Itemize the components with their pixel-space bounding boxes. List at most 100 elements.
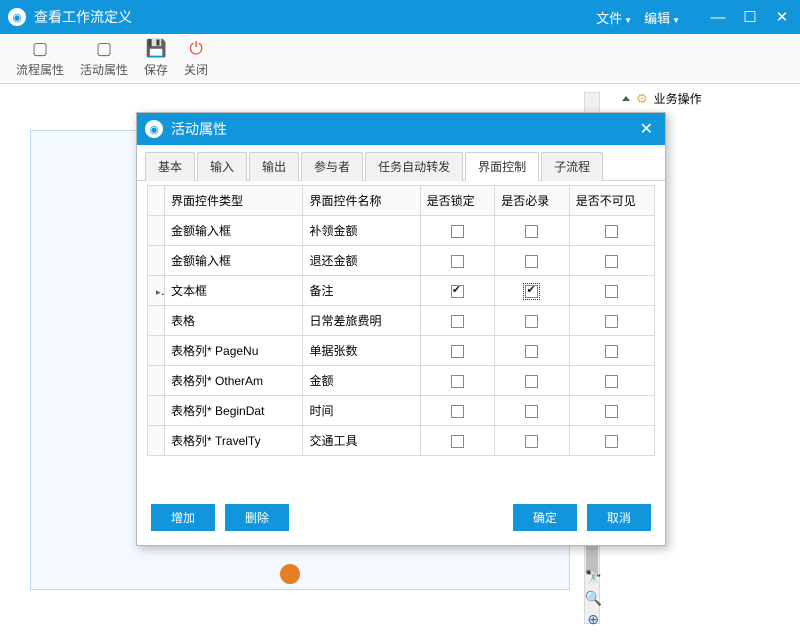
cell-checkbox[interactable] (569, 396, 654, 426)
checkbox[interactable] (605, 225, 618, 238)
tab-participants[interactable]: 参与者 (301, 152, 363, 181)
col-locked[interactable]: 是否锁定 (420, 186, 495, 216)
table-row[interactable]: 表格日常差旅费明 (148, 306, 655, 336)
checkbox[interactable] (605, 285, 618, 298)
table-row[interactable]: 表格列* TravelTy交通工具 (148, 426, 655, 456)
tab-ui-control[interactable]: 界面控制 (465, 152, 539, 181)
cell-checkbox[interactable] (569, 216, 654, 246)
cell-control-type[interactable]: 文本框 (165, 276, 303, 306)
cell-checkbox[interactable] (420, 366, 495, 396)
cell-checkbox[interactable] (420, 336, 495, 366)
toolbar-activity-properties[interactable]: ▢ 活动属性 (72, 36, 136, 81)
cell-control-name[interactable]: 金额 (303, 366, 420, 396)
checkbox[interactable] (605, 375, 618, 388)
menu-edit[interactable]: 编辑▼ (638, 8, 686, 27)
delete-button[interactable]: 删除 (225, 504, 289, 531)
cell-control-name[interactable]: 退还金额 (303, 246, 420, 276)
cell-control-name[interactable]: 单据张数 (303, 336, 420, 366)
cell-checkbox[interactable] (495, 276, 570, 306)
tab-basic[interactable]: 基本 (145, 152, 195, 181)
cell-control-name[interactable]: 备注 (303, 276, 420, 306)
checkbox[interactable] (525, 435, 538, 448)
cell-checkbox[interactable] (495, 216, 570, 246)
cell-control-type[interactable]: 表格 (165, 306, 303, 336)
checkbox[interactable] (605, 345, 618, 358)
checkbox[interactable] (525, 255, 538, 268)
checkbox[interactable] (525, 315, 538, 328)
add-button[interactable]: 增加 (151, 504, 215, 531)
checkbox[interactable] (451, 225, 464, 238)
cell-checkbox[interactable] (420, 396, 495, 426)
cancel-button[interactable]: 取消 (587, 504, 651, 531)
cell-checkbox[interactable] (495, 246, 570, 276)
cell-checkbox[interactable] (569, 366, 654, 396)
toolbar-process-properties[interactable]: ▢ 流程属性 (8, 36, 72, 81)
cell-control-name[interactable]: 交通工具 (303, 426, 420, 456)
cell-checkbox[interactable] (420, 426, 495, 456)
cell-control-type[interactable]: 表格列* TravelTy (165, 426, 303, 456)
workflow-end-node[interactable] (280, 564, 300, 584)
checkbox[interactable] (451, 285, 464, 298)
checkbox[interactable] (605, 315, 618, 328)
collapse-up-icon[interactable] (622, 96, 630, 101)
table-row[interactable]: 文本框备注 (148, 276, 655, 306)
checkbox[interactable] (525, 225, 538, 238)
cell-control-type[interactable]: 表格列* BeginDat (165, 396, 303, 426)
tab-subprocess[interactable]: 子流程 (541, 152, 603, 181)
table-row[interactable]: 金额输入框退还金额 (148, 246, 655, 276)
cell-control-name[interactable]: 补领金额 (303, 216, 420, 246)
cell-checkbox[interactable] (420, 276, 495, 306)
cell-checkbox[interactable] (420, 306, 495, 336)
cell-checkbox[interactable] (495, 396, 570, 426)
dialog-close-button[interactable]: ✕ (636, 119, 657, 139)
checkbox[interactable] (451, 255, 464, 268)
cell-control-type[interactable]: 表格列* OtherAm (165, 366, 303, 396)
binoculars-icon[interactable]: 🔭 (585, 569, 602, 586)
checkbox[interactable] (451, 405, 464, 418)
toolbar-close[interactable]: ⏻ 关闭 (176, 36, 216, 81)
toolbar-save[interactable]: 💾 保存 (136, 36, 176, 81)
cell-control-name[interactable]: 时间 (303, 396, 420, 426)
checkbox[interactable] (451, 315, 464, 328)
checkbox[interactable] (605, 255, 618, 268)
cell-checkbox[interactable] (495, 426, 570, 456)
checkbox[interactable] (451, 375, 464, 388)
checkbox[interactable] (525, 345, 538, 358)
table-row[interactable]: 金额输入框补领金额 (148, 216, 655, 246)
tab-auto-forward[interactable]: 任务自动转发 (365, 152, 463, 181)
maximize-button[interactable]: ☐ (738, 5, 762, 29)
cell-checkbox[interactable] (495, 306, 570, 336)
cell-checkbox[interactable] (420, 216, 495, 246)
cell-checkbox[interactable] (495, 366, 570, 396)
cell-checkbox[interactable] (569, 306, 654, 336)
cell-control-type[interactable]: 表格列* PageNu (165, 336, 303, 366)
table-row[interactable]: 表格列* OtherAm金额 (148, 366, 655, 396)
cell-checkbox[interactable] (420, 246, 495, 276)
checkbox[interactable] (605, 435, 618, 448)
menu-file[interactable]: 文件▼ (590, 8, 638, 27)
col-hidden[interactable]: 是否不可见 (569, 186, 654, 216)
zoom-icon[interactable]: 🔍 (585, 590, 602, 607)
checkbox[interactable] (525, 405, 538, 418)
table-row[interactable]: 表格列* PageNu单据张数 (148, 336, 655, 366)
table-row[interactable]: 表格列* BeginDat时间 (148, 396, 655, 426)
col-required[interactable]: 是否必录 (495, 186, 570, 216)
col-control-name[interactable]: 界面控件名称 (303, 186, 420, 216)
checkbox[interactable] (451, 345, 464, 358)
cell-checkbox[interactable] (569, 246, 654, 276)
checkbox[interactable] (451, 435, 464, 448)
minimize-button[interactable]: — (706, 5, 730, 29)
col-control-type[interactable]: 界面控件类型 (165, 186, 303, 216)
target-icon[interactable]: ⊕ (587, 611, 599, 628)
close-button[interactable]: ✕ (770, 5, 794, 29)
cell-checkbox[interactable] (495, 336, 570, 366)
checkbox[interactable] (525, 375, 538, 388)
cell-control-name[interactable]: 日常差旅费明 (303, 306, 420, 336)
cell-checkbox[interactable] (569, 426, 654, 456)
tab-input[interactable]: 输入 (197, 152, 247, 181)
cell-control-type[interactable]: 金额输入框 (165, 246, 303, 276)
checkbox[interactable] (525, 285, 538, 298)
tab-output[interactable]: 输出 (249, 152, 299, 181)
cell-checkbox[interactable] (569, 336, 654, 366)
cell-control-type[interactable]: 金额输入框 (165, 216, 303, 246)
